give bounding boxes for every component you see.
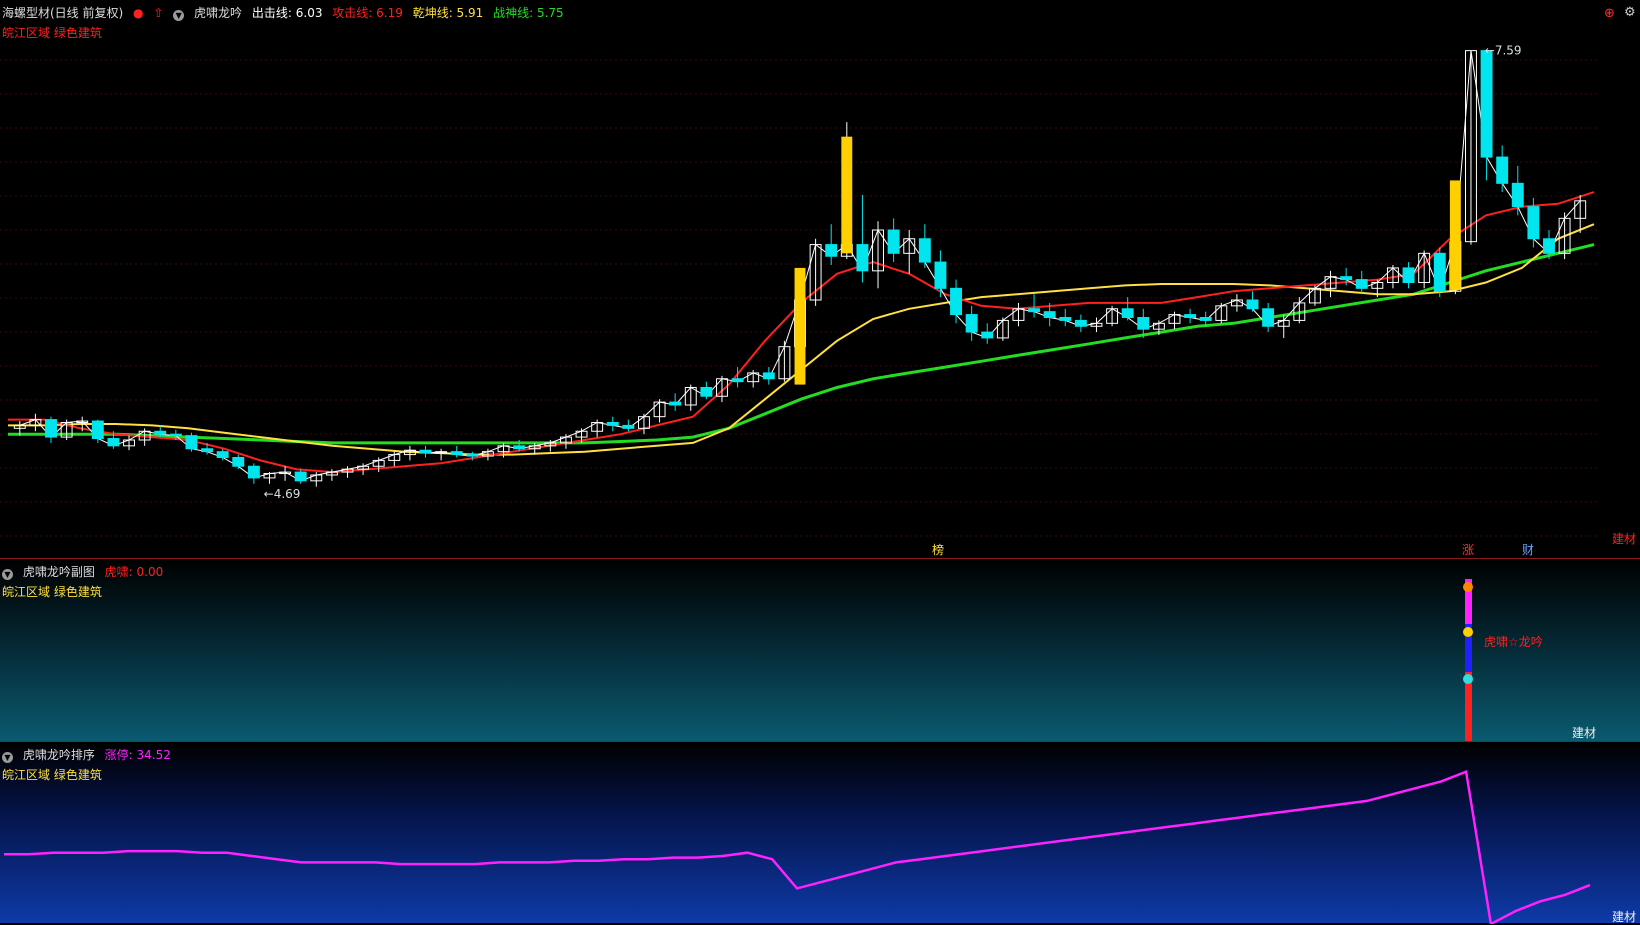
candlestick-chart: ←7.59 ←4.69 xyxy=(0,44,1600,537)
candle-body xyxy=(107,438,120,447)
candle-body xyxy=(1543,238,1555,254)
candle-body xyxy=(825,244,838,257)
close-line xyxy=(19,50,1581,482)
settings-circle-icon[interactable]: ⊕ xyxy=(1604,6,1615,21)
candle-body xyxy=(247,465,260,479)
candle-body xyxy=(762,372,775,380)
candle-body xyxy=(731,378,744,383)
sub1-corner-text: 建材 xyxy=(1572,726,1597,740)
main-chart-panel[interactable]: ←7.59 ←4.69 海螺型材(日线 前复权) ● ⇧ ▼ 虎啸龙吟 出击线: … xyxy=(0,0,1640,558)
candle-body xyxy=(1184,314,1197,319)
candle-body xyxy=(1121,308,1134,318)
sub2-sector-text: 皖江区域 绿色建筑 xyxy=(2,768,102,782)
candle-body xyxy=(1480,50,1493,158)
sub1-header: ▼ 虎啸龙吟副图 虎啸: 0.00 xyxy=(2,563,169,580)
collapse-icon[interactable]: ▼ xyxy=(173,10,185,21)
candle-body xyxy=(1355,279,1368,289)
candle-body xyxy=(981,331,994,339)
candle-body xyxy=(1137,317,1150,330)
sub2-header: ▼ 虎啸龙吟排序 涨停: 34.52 xyxy=(2,746,177,763)
sub2-line xyxy=(4,769,1591,924)
candle-body xyxy=(466,454,479,457)
sub1-sector-text: 皖江区域 绿色建筑 xyxy=(2,585,102,599)
settings-gear-icon[interactable]: ⚙ xyxy=(1624,5,1636,20)
candle-body xyxy=(700,387,713,397)
main-header: 海螺型材(日线 前复权) ● ⇧ ▼ 虎啸龙吟 出击线: 6.03 攻击线: 6… xyxy=(2,4,570,21)
candle-body xyxy=(1340,276,1353,281)
candle-body xyxy=(1028,308,1041,313)
candle-body xyxy=(965,314,978,333)
red-marker-icon[interactable]: ● xyxy=(133,6,143,20)
candle-body xyxy=(1246,299,1259,310)
candle-body xyxy=(154,430,167,435)
signal-bar xyxy=(1449,180,1461,290)
candle-body xyxy=(887,229,900,254)
up-arrow-icon[interactable]: ⇧ xyxy=(153,6,163,20)
high-price-label: ←7.59 xyxy=(1485,44,1522,58)
candle-body xyxy=(513,445,526,450)
candle-body xyxy=(1043,311,1056,318)
candle-body xyxy=(185,435,198,450)
candle-body xyxy=(1262,308,1275,327)
candle-body xyxy=(169,433,182,437)
line4-value: 战神线: 5.75 xyxy=(493,6,564,20)
candle-body xyxy=(294,471,307,482)
candle-body xyxy=(1402,267,1415,283)
sub2-chart xyxy=(4,769,1591,924)
candle-body xyxy=(856,244,869,272)
indicator-name[interactable]: 虎啸龙吟 xyxy=(194,6,242,20)
sub1-value: 虎啸: 0.00 xyxy=(104,565,164,579)
sub1-signal-text: 虎啸☆龙吟 xyxy=(1484,635,1543,649)
candle-body xyxy=(45,419,57,438)
stock-name[interactable]: 海螺型材(日线 前复权) xyxy=(2,6,123,20)
candle-body xyxy=(232,457,245,467)
candle-body xyxy=(1074,319,1087,327)
butterfly-icon xyxy=(1463,627,1473,637)
butterfly-icon xyxy=(1463,674,1473,684)
bang-tag[interactable]: 榜 xyxy=(932,541,944,558)
sub1-chart xyxy=(1463,579,1473,742)
sub1-collapse-icon[interactable]: ▼ xyxy=(2,569,13,580)
signal-bar xyxy=(794,267,806,385)
line1-value: 出击线: 6.03 xyxy=(251,6,323,20)
candle-body xyxy=(1059,317,1072,321)
candle-body xyxy=(1199,317,1212,321)
candle-body xyxy=(918,238,931,263)
candle-body xyxy=(606,422,619,426)
candle-body xyxy=(91,420,104,440)
candle-body xyxy=(201,448,214,453)
candle-body xyxy=(669,401,682,406)
candle-body xyxy=(1496,156,1509,184)
candle-body xyxy=(1527,206,1540,240)
candle-body xyxy=(1511,182,1524,208)
sub-chart-1-panel[interactable]: ▼ 虎啸龙吟副图 虎啸: 0.00 皖江区域 绿色建筑 虎啸☆龙吟 建材 xyxy=(0,558,1640,742)
sub2-title[interactable]: 虎啸龙吟排序 xyxy=(23,748,95,762)
candle-body xyxy=(622,424,635,429)
butterfly-icon xyxy=(1463,582,1473,592)
candle-body xyxy=(950,287,963,316)
sector-text: 皖江区域 绿色建筑 xyxy=(2,26,102,40)
candle-body xyxy=(1433,252,1446,292)
low-price-label: ←4.69 xyxy=(264,487,301,501)
cai-tag[interactable]: 财 xyxy=(1522,541,1534,558)
jiancai-tag: 建材 xyxy=(1612,532,1637,546)
zhang-tag[interactable]: 涨 xyxy=(1462,541,1474,558)
candle-body xyxy=(934,261,947,289)
sub2-collapse-icon[interactable]: ▼ xyxy=(2,752,13,763)
sub2-corner-text: 建材 xyxy=(1612,910,1637,924)
sub1-title[interactable]: 虎啸龙吟副图 xyxy=(23,565,95,579)
line2-value: 攻击线: 6.19 xyxy=(332,6,403,20)
candle-body xyxy=(216,451,229,458)
signal-bar xyxy=(841,136,853,254)
sub-chart-2-panel[interactable]: ▼ 虎啸龙吟排序 涨停: 34.52 皖江区域 绿色建筑 建材 xyxy=(0,741,1640,924)
line3-value: 乾坤线: 5.91 xyxy=(412,6,484,20)
candle-body xyxy=(450,451,463,456)
sub2-value: 涨停: 34.52 xyxy=(104,748,171,762)
candle-body xyxy=(419,449,432,454)
